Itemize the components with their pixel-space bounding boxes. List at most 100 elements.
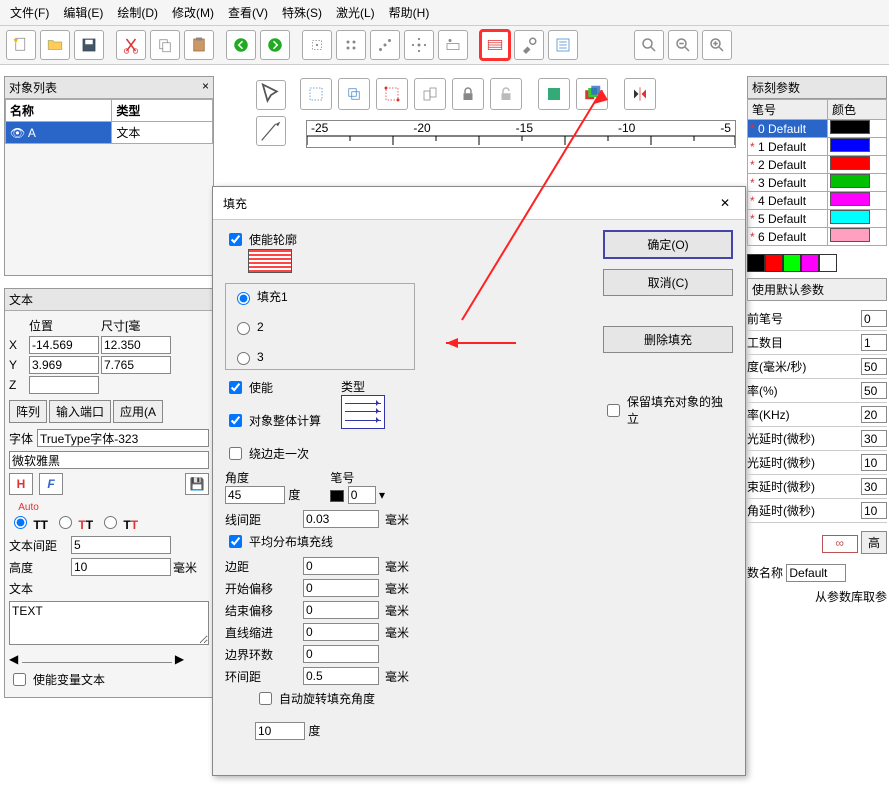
menu-edit[interactable]: 编辑(E) [63,4,103,21]
param-input[interactable] [861,478,887,495]
paste-icon[interactable] [184,30,214,60]
hatch-icon[interactable] [480,30,510,60]
keep-indep-checkbox[interactable]: 保留填充对象的独立 [603,393,733,427]
fill-icon[interactable] [538,78,570,110]
copy-icon[interactable] [150,30,180,60]
text-spacing-input[interactable] [71,536,171,554]
menu-file[interactable]: 文件(F) [10,4,49,21]
sel-all-icon[interactable] [300,78,332,110]
snap2-icon[interactable] [336,30,366,60]
spacing-opt-3[interactable]: TT [99,513,138,532]
zoom-icon[interactable] [634,30,664,60]
from-lib-label[interactable]: 从参数库取参 [747,588,887,605]
group-icon[interactable] [414,78,446,110]
ioport-button[interactable]: 输入端口 [49,400,111,423]
unlock-icon[interactable] [490,78,522,110]
start-off-input[interactable] [303,579,379,597]
obj-whole-checkbox[interactable]: 对象整体计算 [225,411,321,430]
snap5-icon[interactable] [438,30,468,60]
advanced-button[interactable]: 高 [861,531,887,554]
mirror-icon[interactable] [624,78,656,110]
margin-input[interactable] [303,557,379,575]
table-row[interactable]: 👁 A 文本 [6,122,213,144]
end-off-input[interactable] [303,601,379,619]
move-icon[interactable] [338,78,370,110]
tool-props-icon[interactable] [514,30,544,60]
rings-icon[interactable]: ∞ [822,535,858,553]
array-button[interactable]: 阵列 [9,400,47,423]
save-icon[interactable] [74,30,104,60]
size-y-input[interactable] [101,356,171,374]
zoom-out-icon[interactable] [668,30,698,60]
layers-icon[interactable] [576,78,608,110]
param-input[interactable] [861,310,887,327]
delete-hatch-button[interactable]: 删除填充 [603,326,733,353]
pen-row[interactable]: * 1 Default [748,138,887,156]
param-input[interactable] [861,430,887,447]
open-file-icon[interactable] [40,30,70,60]
fill1-radio[interactable]: 填充1 [232,288,408,305]
pointer-icon[interactable] [256,80,286,110]
auto-rotate-checkbox[interactable]: 自动旋转填充角度 [255,689,573,708]
col-name[interactable]: 名称 [6,100,112,122]
list-icon[interactable] [548,30,578,60]
line-spacing-input[interactable] [303,510,379,528]
spacing-opt-2[interactable]: TT [54,513,93,532]
outline-preview-icon[interactable] [248,249,292,273]
enable-outline-checkbox[interactable]: 使能轮廓 [225,230,573,249]
pen-col[interactable]: 笔号 [748,100,828,120]
cancel-button[interactable]: 取消(C) [603,269,733,296]
pen-row[interactable]: * 2 Default [748,156,887,174]
node-edit-icon[interactable] [256,116,286,146]
font-name-select[interactable] [9,451,209,469]
menu-laser[interactable]: 激光(L) [336,4,375,21]
menu-view[interactable]: 查看(V) [228,4,268,21]
zoom-in-icon[interactable] [702,30,732,60]
angle-input[interactable] [225,486,285,504]
ok-button[interactable]: 确定(O) [603,230,733,259]
snap3-icon[interactable] [370,30,400,60]
enable-checkbox[interactable]: 使能 [225,378,321,397]
auto-rotate-input[interactable] [255,722,305,740]
pos-z-input[interactable] [29,376,99,394]
avg-dist-checkbox[interactable]: 平均分布填充线 [225,532,573,551]
param-input[interactable] [861,382,887,399]
hatch-type-icon[interactable] [341,395,385,429]
height-input[interactable] [71,558,171,576]
pen-row[interactable]: * 3 Default [748,174,887,192]
indent-input[interactable] [303,623,379,641]
close-icon[interactable]: ✕ [715,193,735,213]
panel-close-icon[interactable]: × [202,79,209,96]
undo-icon[interactable] [226,30,256,60]
menu-draw[interactable]: 绘制(D) [117,4,158,21]
font-style-icon[interactable]: F [39,473,63,495]
col-type[interactable]: 类型 [112,100,213,122]
fill3-radio[interactable]: 3 [232,349,408,365]
pen-row[interactable]: * 5 Default [748,210,887,228]
pos-y-input[interactable] [29,356,99,374]
snap1-icon[interactable] [302,30,332,60]
menu-help[interactable]: 帮助(H) [389,4,430,21]
fill2-radio[interactable]: 2 [232,319,408,335]
pen-row[interactable]: * 6 Default [748,228,887,246]
snap4-icon[interactable] [404,30,434,60]
save-mini-icon[interactable]: 💾 [185,473,209,495]
menu-special[interactable]: 特殊(S) [282,4,322,21]
param-name-input[interactable] [786,564,846,582]
font-type-select[interactable] [37,429,209,447]
apply-button[interactable]: 应用(A [113,400,163,423]
spacing-opt-auto[interactable]: Auto TT [9,499,48,532]
size-x-input[interactable] [101,336,171,354]
hatch-mini-icon[interactable]: H [9,473,33,495]
loops-input[interactable] [303,645,379,663]
param-input[interactable] [861,454,887,471]
cut-icon[interactable] [116,30,146,60]
pen-row[interactable]: * 4 Default [748,192,887,210]
param-input[interactable] [861,334,887,351]
param-input[interactable] [861,358,887,375]
text-content-input[interactable]: TEXT [9,601,209,645]
color-strip[interactable] [747,254,887,272]
around-once-checkbox[interactable]: 绕边走一次 [225,444,321,463]
menu-modify[interactable]: 修改(M) [172,4,214,21]
color-col[interactable]: 颜色 [828,100,887,120]
